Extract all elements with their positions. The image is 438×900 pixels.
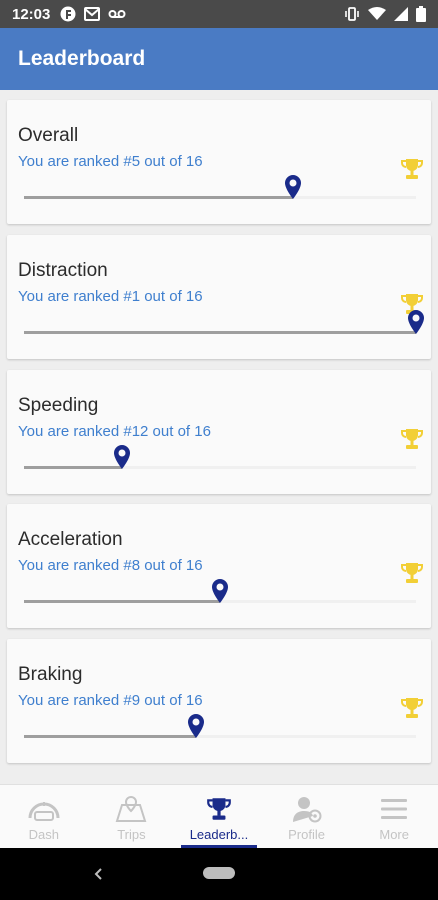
notification-app-icon <box>60 6 76 22</box>
gmail-icon <box>84 7 101 21</box>
rank-slider-fill <box>24 331 416 334</box>
rank-position-marker-icon <box>212 579 228 603</box>
rank-slider-fill <box>24 196 293 199</box>
card-title: Braking <box>18 664 83 685</box>
rank-slider-fill <box>24 600 220 603</box>
app-bar: Leaderboard <box>0 28 438 90</box>
rank-position-marker-icon <box>188 714 204 738</box>
signal-icon <box>394 7 408 21</box>
card-title: Acceleration <box>18 529 123 550</box>
trophy-icon <box>401 429 423 449</box>
leaderboard-card-speeding[interactable]: Speeding You are ranked #12 out of 16 <box>7 370 431 494</box>
card-rank-text: You are ranked #9 out of 16 <box>18 692 203 709</box>
page-title: Leaderboard <box>18 47 146 70</box>
speedometer-icon <box>27 795 61 823</box>
battery-icon <box>416 6 426 22</box>
status-time: 12:03 <box>12 5 51 23</box>
status-bar: 12:03 <box>0 0 438 28</box>
rank-slider-track <box>24 579 416 603</box>
nav-label: Profile <box>288 827 325 842</box>
profile-icon <box>290 795 324 823</box>
leaderboard-card-overall[interactable]: Overall You are ranked #5 out of 16 <box>7 100 431 224</box>
rank-slider-track <box>24 714 416 738</box>
card-title: Overall <box>18 125 79 146</box>
rank-position-marker-icon <box>408 310 424 334</box>
rank-position-marker-icon <box>114 445 130 469</box>
bottom-navigation: Dash Trips Leaderb... Profile More <box>0 784 438 848</box>
nav-item-leaderboard[interactable]: Leaderb... <box>175 785 263 848</box>
rank-slider-track <box>24 445 416 469</box>
nav-item-dash[interactable]: Dash <box>0 785 88 848</box>
card-rank-text: You are ranked #5 out of 16 <box>18 153 203 170</box>
nav-label: More <box>379 827 409 842</box>
trophy-icon <box>401 159 423 179</box>
nav-label: Dash <box>28 827 59 842</box>
nav-label: Leaderb... <box>189 827 249 842</box>
nav-item-more[interactable]: More <box>350 785 438 848</box>
trophy-icon <box>401 563 423 583</box>
card-title: Distraction <box>18 260 108 281</box>
leaderboard-list[interactable]: Overall You are ranked #5 out of 16 Dist… <box>0 90 438 784</box>
nav-item-profile[interactable]: Profile <box>263 785 351 848</box>
card-rank-text: You are ranked #8 out of 16 <box>18 557 203 574</box>
rank-slider-fill <box>24 735 196 738</box>
vibrate-icon <box>344 6 360 22</box>
rank-slider-track <box>24 310 424 334</box>
trophy-icon <box>202 795 236 823</box>
trophy-icon <box>401 698 423 718</box>
map-icon <box>114 795 148 823</box>
rank-slider-fill <box>24 466 122 469</box>
nav-label: Trips <box>117 827 146 842</box>
leaderboard-card-distraction[interactable]: Distraction You are ranked #1 out of 16 <box>7 235 431 359</box>
wifi-icon <box>368 7 386 21</box>
card-title: Speeding <box>18 395 99 416</box>
card-rank-text: You are ranked #12 out of 16 <box>18 423 211 440</box>
back-icon[interactable] <box>90 864 108 884</box>
card-rank-text: You are ranked #1 out of 16 <box>18 288 203 305</box>
leaderboard-card-acceleration[interactable]: Acceleration You are ranked #8 out of 16 <box>7 504 431 628</box>
system-navigation-bar <box>0 848 438 900</box>
home-pill-button[interactable] <box>203 867 235 879</box>
rank-position-marker-icon <box>285 175 301 199</box>
leaderboard-card-braking[interactable]: Braking You are ranked #9 out of 16 <box>7 639 431 763</box>
menu-icon <box>377 795 411 823</box>
voicemail-icon <box>108 8 126 20</box>
nav-item-trips[interactable]: Trips <box>88 785 176 848</box>
rank-slider-track <box>24 175 416 199</box>
